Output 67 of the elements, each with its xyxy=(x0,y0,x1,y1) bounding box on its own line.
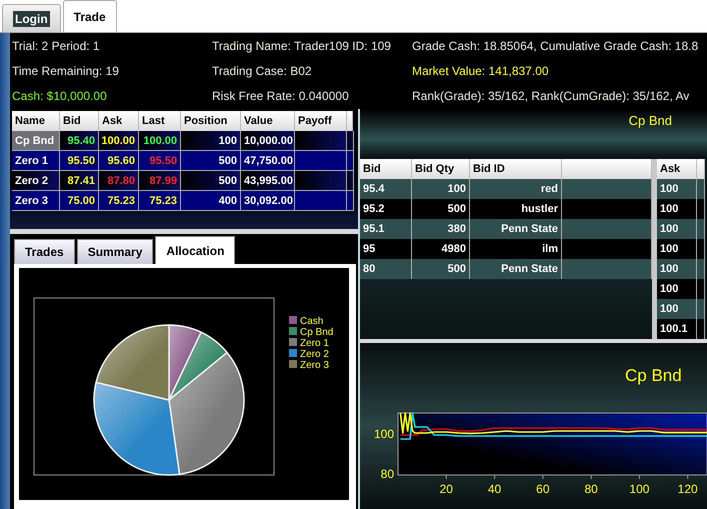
table-cell: 100.1 xyxy=(657,319,697,339)
table-cell: 100 xyxy=(657,199,697,219)
table-cell: 95.1 xyxy=(360,219,412,239)
axis-tick-label: 60 xyxy=(536,482,550,496)
axis-tick-label: 100 xyxy=(374,427,394,441)
axis-tick-label: 20 xyxy=(440,482,453,496)
axis-tick-label: 100 xyxy=(629,482,650,496)
legend-label: Zero 2 xyxy=(300,349,329,360)
table-cell: hustler xyxy=(470,199,562,219)
table-cell: 95.50 xyxy=(139,151,181,171)
table-cell: 30,092.00 xyxy=(241,191,295,211)
table-cell: Penn State xyxy=(470,219,562,239)
info-text: Trading Case: B02 xyxy=(212,64,312,78)
axis-tick-label: 80 xyxy=(380,467,394,481)
table-cell: 95 xyxy=(360,239,412,259)
legend-label: Cash xyxy=(300,316,324,327)
table-cell: 100.00 xyxy=(139,131,181,151)
table-cell: 87.80 xyxy=(99,171,139,191)
info-text: Trial: 2 Period: 1 xyxy=(12,38,100,52)
info-text: Grade Cash: 18.85064, Cumulative Grade Cash: 18.8 xyxy=(412,38,698,52)
chart-title: Cp Bnd xyxy=(625,366,682,386)
legend-label: Zero 1 xyxy=(300,338,329,349)
table-cell: ilm xyxy=(470,239,562,259)
table-cell: 43,995.00 xyxy=(241,171,295,191)
info-text: Cash: $10,000.00 xyxy=(12,88,107,102)
table-cell: 95.50 xyxy=(60,151,99,171)
table-cell: 4980 xyxy=(412,239,470,259)
table-cell: 100 xyxy=(657,179,697,199)
info-text: Trading Name: Trader109 ID: 109 xyxy=(212,38,391,52)
table-cell: 75.23 xyxy=(139,191,181,211)
table-cell: 100 xyxy=(657,259,697,279)
table-cell: 100.00 xyxy=(99,131,139,151)
table-cell: 47,750.00 xyxy=(241,151,295,171)
table-cell: 95.60 xyxy=(99,151,139,171)
table-cell: 95.2 xyxy=(360,199,412,219)
table-cell: 87.41 xyxy=(60,171,99,191)
legend-label: Cp Bnd xyxy=(300,327,334,338)
table-cell: 100 xyxy=(657,299,697,319)
table-cell: 95.40 xyxy=(60,131,99,151)
info-text: Market Value: 141,837.00 xyxy=(412,64,549,78)
axis-tick-label: 120 xyxy=(678,482,698,496)
table-cell: 100 xyxy=(412,179,470,199)
table-cell: 100 xyxy=(181,131,241,151)
table-cell: 80 xyxy=(360,259,412,279)
table-cell: red xyxy=(470,179,562,199)
table-cell: 95.4 xyxy=(360,179,412,199)
axis-tick-label: 80 xyxy=(584,482,598,496)
table-cell: 500 xyxy=(181,151,241,171)
table-cell: 380 xyxy=(412,219,470,239)
table-cell: 100 xyxy=(657,239,697,259)
info-text: Risk Free Rate: 0.040000 xyxy=(212,88,349,102)
table-cell: 75.23 xyxy=(99,191,139,211)
table-cell: 87.99 xyxy=(139,171,181,191)
table-cell: 500 xyxy=(412,259,470,279)
security-title: Cp Bnd xyxy=(628,113,672,128)
table-cell: 500 xyxy=(412,199,470,219)
table-cell: 75.00 xyxy=(60,191,99,211)
legend-label: Zero 3 xyxy=(300,360,329,371)
table-cell: 10,000.00 xyxy=(241,131,295,151)
info-text: Rank(Grade): 35/162, Rank(CumGrade): 35/162, Av xyxy=(412,88,690,102)
table-cell: Penn State xyxy=(470,259,562,279)
table-cell: 500 xyxy=(181,171,241,191)
axis-tick-label: 40 xyxy=(488,482,502,496)
table-cell: 100 xyxy=(657,279,697,299)
table-cell: 100 xyxy=(657,219,697,239)
table-cell: 400 xyxy=(181,191,241,211)
info-text: Time Remaining: 19 xyxy=(12,64,119,78)
